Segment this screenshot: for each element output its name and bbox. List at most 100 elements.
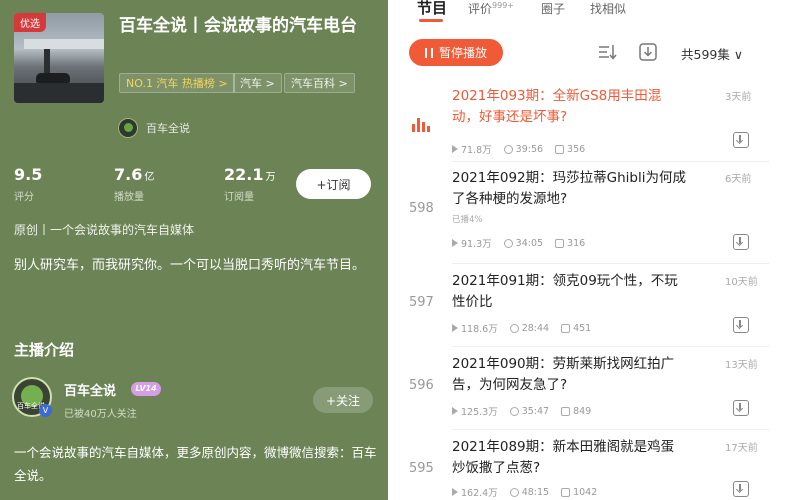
episode-title: 2021年091期：领克09玩个性，不玩性价比 — [452, 273, 678, 310]
comment-count: 849 — [573, 405, 592, 417]
comment-count: 316 — [567, 237, 586, 249]
episode-date: 10天前 — [725, 277, 758, 288]
host-bio: 一个会说故事的汽车自媒体，更多原创内容，微博微信搜索：百车全说。 — [14, 445, 377, 483]
author-avatar — [118, 118, 138, 138]
tab-label: 圈子 — [541, 2, 566, 16]
cover-ground — [14, 83, 104, 103]
host-followers: 已被40万人关注 — [64, 409, 137, 420]
episode-date: 17天前 — [725, 443, 758, 454]
episode-meta: 71.8万 39:56 356 — [452, 142, 585, 156]
cover-building-pillar — [44, 49, 50, 75]
tab-similar[interactable]: 找相似 — [590, 0, 626, 17]
comment-icon — [555, 144, 565, 154]
episode-title: 2021年093期：全新GS8用丰田混动，好事还是坏事? — [452, 88, 662, 125]
featured-badge: 优选 — [14, 13, 46, 32]
host-section-title: 主播介绍 — [14, 341, 75, 359]
episode-index: 595 — [409, 461, 434, 476]
episode-title: 2021年090期：劳斯莱斯找网红拍广告，为何网友急了? — [452, 356, 675, 393]
stat-plays: 7.6 亿 播放量 — [114, 165, 154, 203]
album-title: 百车全说丨会说故事的汽车电台 — [119, 16, 357, 36]
play-count: 91.3万 — [461, 239, 492, 250]
comment-icon — [561, 323, 571, 333]
level-badge: LV14 — [131, 382, 161, 396]
stat-value: 9.5 — [14, 165, 43, 184]
divider — [452, 346, 769, 347]
sort-icon[interactable] — [597, 42, 617, 62]
episode-meta: 91.3万 34:05 316 — [452, 236, 585, 250]
pause-icon — [424, 47, 433, 58]
tab-bar: 节目 评价999+ 圈子 找相似 — [395, 0, 789, 22]
play-count-icon — [452, 239, 458, 247]
album-intro-line: 原创丨一个会说故事的汽车自媒体 — [14, 223, 195, 237]
episode-progress: 已播4% — [452, 215, 483, 225]
tab-label: 节目 — [417, 0, 448, 17]
episode-date: 13天前 — [725, 360, 758, 371]
play-count-icon — [452, 145, 458, 153]
album-author[interactable]: 百车全说 — [118, 118, 190, 138]
play-count-icon — [452, 407, 458, 415]
batch-download-icon[interactable] — [638, 42, 658, 62]
tab-episodes[interactable]: 节目 — [417, 0, 447, 18]
duration: 28:44 — [521, 322, 550, 334]
pause-button[interactable]: 暂停播放 — [409, 39, 503, 66]
episode-item[interactable]: 597 2021年091期：领克09玩个性，不玩性价比 10天前 118.6万 … — [395, 265, 789, 347]
album-description: 别人研究车，而我研究你。一个可以当脱口秀听的汽车节目。 — [14, 258, 366, 273]
cover-car — [36, 73, 70, 83]
comment-count: 356 — [567, 143, 586, 155]
category-tag[interactable]: 汽车 > — [233, 73, 282, 93]
subcategory-tag[interactable]: 汽车百科 > — [284, 73, 355, 93]
download-icon[interactable] — [733, 481, 749, 497]
tab-reviews[interactable]: 评价999+ — [468, 0, 514, 17]
duration-icon — [503, 238, 513, 248]
stat-label: 订阅量 — [224, 192, 254, 203]
episode-date: 6天前 — [725, 174, 752, 185]
duration: 35:47 — [521, 405, 550, 417]
episode-item[interactable]: 2021年093期：全新GS8用丰田混动，好事还是坏事? 3天前 71.8万 3… — [395, 80, 789, 162]
verified-icon: V — [39, 404, 52, 417]
download-icon[interactable] — [733, 317, 749, 333]
episode-index: 596 — [409, 378, 434, 393]
comment-icon — [555, 238, 565, 248]
episode-index: 598 — [409, 201, 434, 216]
tab-circle[interactable]: 圈子 — [541, 0, 565, 17]
rank-tag[interactable]: NO.1 汽车 热播榜 > — [119, 73, 235, 93]
play-count: 71.8万 — [461, 145, 492, 156]
comment-icon — [561, 406, 571, 416]
stat-label: 播放量 — [114, 192, 144, 203]
episode-index: 597 — [409, 295, 434, 310]
pause-label: 暂停播放 — [438, 46, 487, 60]
episode-date: 3天前 — [725, 92, 752, 103]
episode-count[interactable]: 共599集 ∨ — [681, 44, 743, 63]
stat-rating: 9.5 评分 — [14, 165, 44, 203]
stat-label: 评分 — [14, 192, 34, 203]
host-name[interactable]: 百车全说 — [64, 380, 116, 399]
subscribe-button[interactable]: +订阅 — [296, 169, 371, 199]
episode-item[interactable]: 598 2021年092期：玛莎拉蒂Ghibli为何成了各种梗的发源地? 6天前… — [395, 162, 789, 264]
download-icon[interactable] — [733, 400, 749, 416]
duration: 34:05 — [515, 237, 544, 249]
divider — [452, 429, 769, 430]
tab-label: 评价 — [468, 2, 493, 16]
album-info-panel: 优选 百车全说丨会说故事的汽车电台 NO.1 汽车 热播榜 > 汽车 > 汽车百… — [0, 0, 388, 500]
tab-label: 找相似 — [590, 2, 627, 16]
episode-meta: 118.6万 28:44 451 — [452, 321, 591, 335]
follow-button[interactable]: +关注 — [313, 387, 373, 413]
duration-icon — [503, 144, 513, 154]
episode-meta: 125.3万 35:47 849 — [452, 404, 591, 418]
episode-title: 2021年092期：玛莎拉蒂Ghibli为何成了各种梗的发源地? — [452, 170, 686, 207]
episode-item[interactable]: 596 2021年090期：劳斯莱斯找网红拍广告，为何网友急了? 13天前 12… — [395, 348, 789, 430]
episode-meta: 162.4万 48:15 1042 — [452, 485, 597, 499]
stat-value: 22.1 — [224, 165, 264, 184]
divider — [452, 263, 769, 264]
duration-icon — [509, 406, 519, 416]
download-icon[interactable] — [733, 234, 749, 250]
comment-count: 451 — [573, 322, 592, 334]
active-tab-indicator — [419, 19, 443, 22]
play-count: 162.4万 — [461, 488, 498, 499]
stat-unit: 万 — [265, 172, 276, 183]
stat-unit: 亿 — [144, 172, 155, 183]
play-count-icon — [452, 324, 458, 332]
episode-item[interactable]: 595 2021年089期：新本田雅阁就是鸡蛋炒饭撒了点葱? 17天前 162.… — [395, 431, 789, 500]
download-icon[interactable] — [733, 132, 749, 148]
duration: 48:15 — [521, 486, 550, 498]
